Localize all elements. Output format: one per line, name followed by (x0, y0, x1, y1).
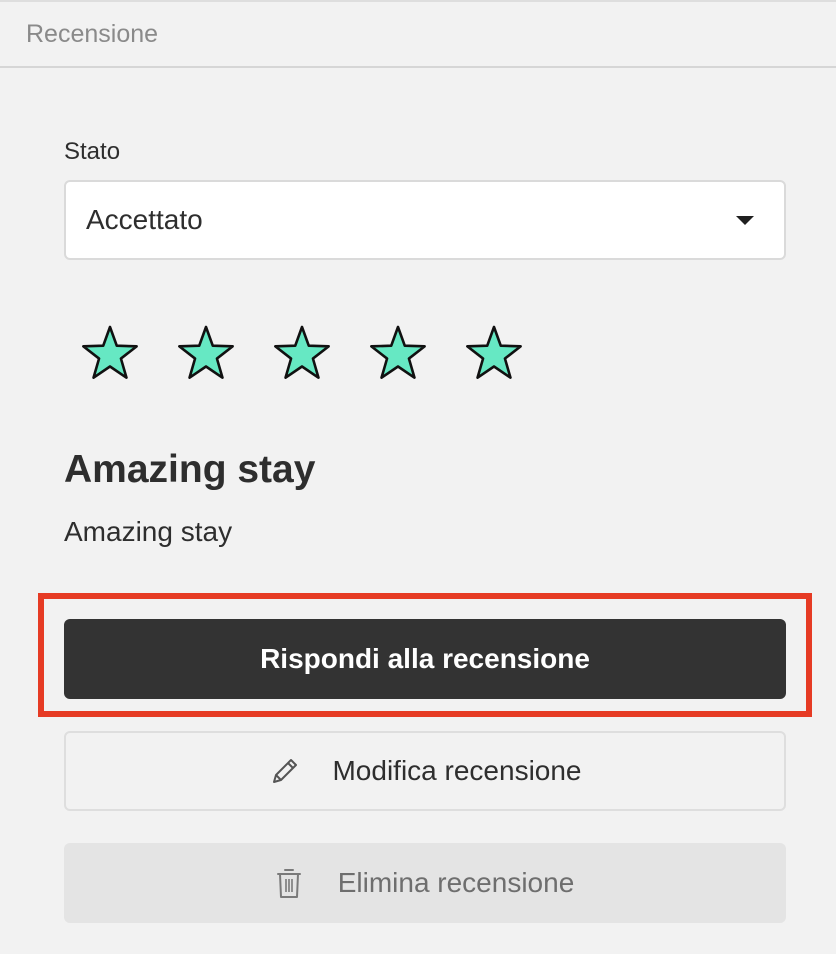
reply-review-button[interactable]: Rispondi alla recensione (64, 619, 786, 699)
star-rating (80, 324, 524, 384)
pencil-icon (268, 754, 302, 788)
delete-review-button[interactable]: Elimina recensione (64, 843, 786, 923)
edit-review-button[interactable]: Modifica recensione (64, 731, 786, 811)
panel-header: Recensione (0, 2, 836, 68)
delete-review-label: Elimina recensione (337, 867, 575, 898)
trash-icon (276, 866, 302, 900)
star-icon[interactable] (272, 324, 332, 384)
review-panel: Recensione Stato Accettato Amazing stay … (0, 0, 836, 954)
status-select-value: Accettato (86, 204, 203, 235)
star-icon[interactable] (80, 324, 140, 384)
status-select[interactable]: Accettato (64, 180, 786, 260)
status-label: Stato (64, 138, 121, 165)
review-title: Amazing stay (64, 448, 316, 491)
review-body: Amazing stay (64, 516, 233, 547)
reply-review-label: Rispondi alla recensione (260, 643, 590, 674)
star-icon[interactable] (368, 324, 428, 384)
edit-review-label: Modifica recensione (332, 755, 582, 786)
caret-down-icon (736, 216, 754, 225)
panel-title: Recensione (26, 19, 159, 48)
star-icon[interactable] (464, 324, 524, 384)
star-icon[interactable] (176, 324, 236, 384)
